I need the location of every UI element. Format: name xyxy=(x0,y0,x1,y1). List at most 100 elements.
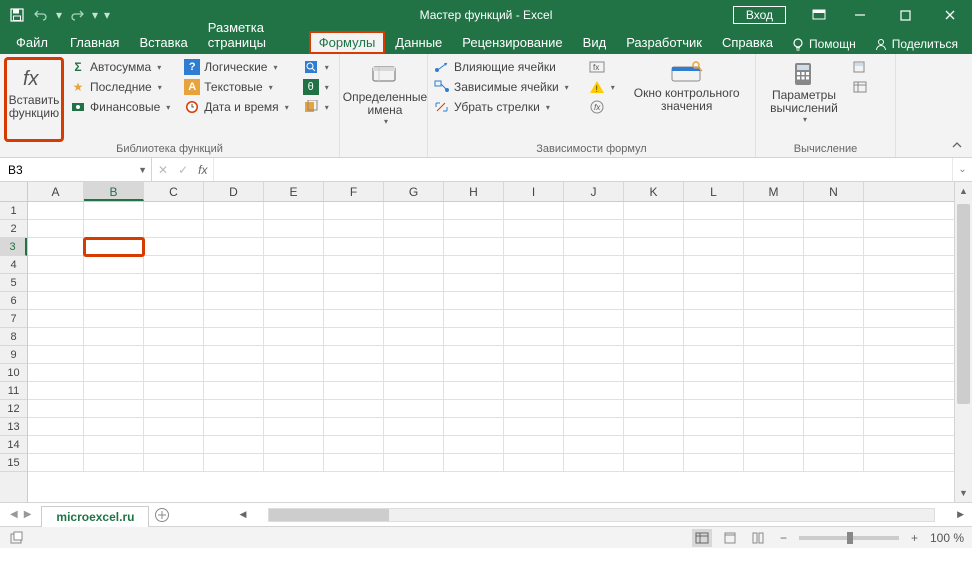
cell[interactable] xyxy=(264,238,324,256)
cell[interactable] xyxy=(504,382,564,400)
cell[interactable] xyxy=(204,202,264,220)
calculation-options-button[interactable]: Параметры вычислений ▾ xyxy=(760,57,848,142)
cell[interactable] xyxy=(324,364,384,382)
cell[interactable] xyxy=(684,292,744,310)
cell[interactable] xyxy=(384,328,444,346)
row-header[interactable]: 5 xyxy=(0,274,27,292)
cell[interactable] xyxy=(744,346,804,364)
zoom-level[interactable]: 100 % xyxy=(930,531,964,545)
cell[interactable] xyxy=(684,364,744,382)
cell[interactable] xyxy=(204,436,264,454)
cell[interactable] xyxy=(444,256,504,274)
cell[interactable] xyxy=(564,256,624,274)
cell[interactable] xyxy=(444,454,504,472)
column-header[interactable]: G xyxy=(384,182,444,201)
share-button[interactable]: Поделиться xyxy=(866,34,966,54)
row-header[interactable]: 7 xyxy=(0,310,27,328)
cell[interactable] xyxy=(564,328,624,346)
cell[interactable] xyxy=(384,454,444,472)
cell[interactable] xyxy=(744,418,804,436)
cell[interactable] xyxy=(744,310,804,328)
cell[interactable] xyxy=(504,256,564,274)
cell[interactable] xyxy=(84,346,144,364)
cell[interactable] xyxy=(624,454,684,472)
vscroll-thumb[interactable] xyxy=(957,204,970,404)
cell[interactable] xyxy=(804,454,864,472)
cell[interactable] xyxy=(204,292,264,310)
cell[interactable] xyxy=(624,310,684,328)
cell[interactable] xyxy=(804,274,864,292)
row-header[interactable]: 6 xyxy=(0,292,27,310)
financial-button[interactable]: Финансовые▾ xyxy=(68,97,176,117)
cell[interactable] xyxy=(144,400,204,418)
cell[interactable] xyxy=(264,400,324,418)
cell[interactable] xyxy=(624,202,684,220)
cell[interactable] xyxy=(324,454,384,472)
cell[interactable] xyxy=(804,202,864,220)
cell[interactable] xyxy=(28,346,84,364)
cell[interactable] xyxy=(84,454,144,472)
cell[interactable] xyxy=(804,238,864,256)
zoom-out-button[interactable]: − xyxy=(776,531,791,545)
cell[interactable] xyxy=(384,292,444,310)
tab-review[interactable]: Рецензирование xyxy=(452,31,572,54)
column-header[interactable]: H xyxy=(444,182,504,201)
cell[interactable] xyxy=(444,382,504,400)
cell[interactable] xyxy=(264,454,324,472)
cell[interactable] xyxy=(504,400,564,418)
cell[interactable] xyxy=(204,238,264,256)
row-header[interactable]: 1 xyxy=(0,202,27,220)
cell[interactable] xyxy=(204,382,264,400)
cell[interactable] xyxy=(384,436,444,454)
undo-button[interactable] xyxy=(30,4,52,26)
cell[interactable] xyxy=(144,418,204,436)
cell[interactable] xyxy=(144,436,204,454)
cell[interactable] xyxy=(624,238,684,256)
cell[interactable] xyxy=(84,310,144,328)
row-header[interactable]: 2 xyxy=(0,220,27,238)
cell[interactable] xyxy=(684,238,744,256)
cell[interactable] xyxy=(28,328,84,346)
cell[interactable] xyxy=(264,274,324,292)
cell[interactable] xyxy=(28,400,84,418)
cell[interactable] xyxy=(444,364,504,382)
cell[interactable] xyxy=(804,436,864,454)
cell[interactable] xyxy=(144,310,204,328)
record-macro-button[interactable] xyxy=(10,531,24,545)
cell[interactable] xyxy=(384,364,444,382)
hscroll-track[interactable] xyxy=(268,508,935,522)
cells-area[interactable] xyxy=(28,202,954,502)
cell[interactable] xyxy=(444,292,504,310)
cell[interactable] xyxy=(624,274,684,292)
cell[interactable] xyxy=(28,292,84,310)
cell[interactable] xyxy=(84,400,144,418)
math-trig-button[interactable]: θ▾ xyxy=(301,77,335,97)
cell[interactable] xyxy=(84,436,144,454)
cell[interactable] xyxy=(624,364,684,382)
tell-me-button[interactable]: Помощн xyxy=(783,34,864,54)
select-all-corner[interactable] xyxy=(0,182,28,202)
cell[interactable] xyxy=(804,382,864,400)
cell[interactable] xyxy=(744,202,804,220)
cell[interactable] xyxy=(28,436,84,454)
cell[interactable] xyxy=(28,382,84,400)
cell[interactable] xyxy=(444,418,504,436)
cell[interactable] xyxy=(804,346,864,364)
zoom-slider-knob[interactable] xyxy=(847,532,853,544)
cell[interactable] xyxy=(28,220,84,238)
cell[interactable] xyxy=(444,328,504,346)
logical-button[interactable]: ?Логические▾ xyxy=(182,57,294,77)
cell[interactable] xyxy=(744,220,804,238)
recently-used-button[interactable]: ★Последние▾ xyxy=(68,77,176,97)
page-break-view-button[interactable] xyxy=(748,529,768,547)
cell[interactable] xyxy=(684,328,744,346)
cell[interactable] xyxy=(684,454,744,472)
row-header[interactable]: 4 xyxy=(0,256,27,274)
cell[interactable] xyxy=(564,364,624,382)
cell[interactable] xyxy=(684,436,744,454)
cell[interactable] xyxy=(144,202,204,220)
horizontal-scrollbar[interactable]: ◀ ▶ xyxy=(175,503,972,526)
cell[interactable] xyxy=(684,346,744,364)
cell[interactable] xyxy=(84,256,144,274)
cell[interactable] xyxy=(28,202,84,220)
